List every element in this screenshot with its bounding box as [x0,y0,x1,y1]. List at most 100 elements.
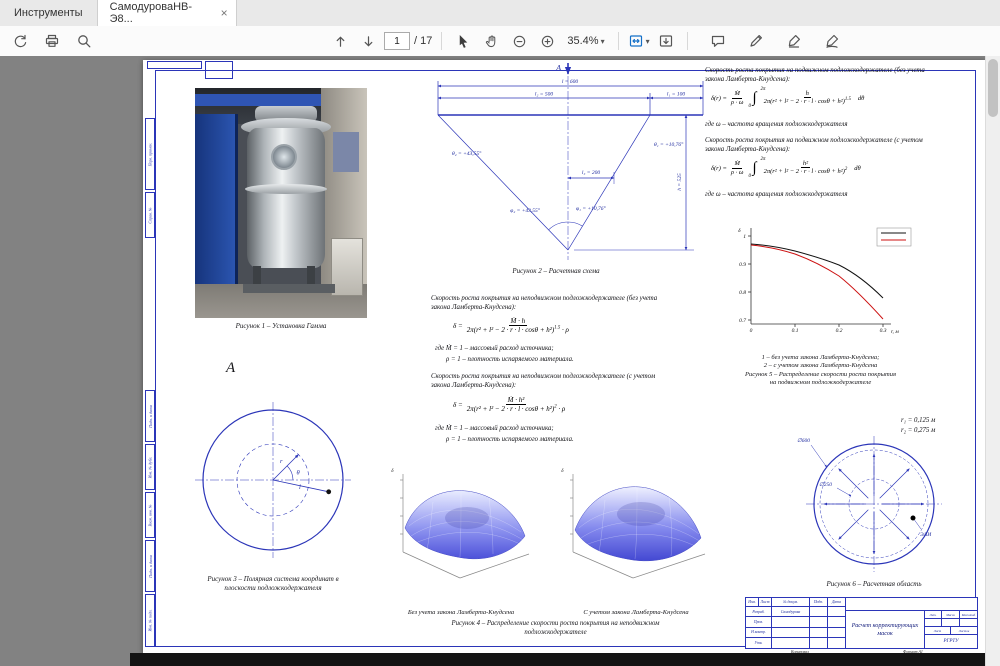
fig5-xtick-3: 0.2 [836,328,843,334]
main-toolbar: / 17 3 [0,26,1000,57]
plus-circle-icon [540,34,555,49]
fig6-caption: Рисунок 6 – Расчетная область [783,580,965,589]
formula-moving-1: δ(r) = Ṁ ρ · ω ∫2π0 h 2π(r² + l² − 2 · r… [711,90,864,106]
fig2-section-label: A [555,63,561,72]
zoom-in-button[interactable] [535,29,559,53]
stamp-designation-cell [846,598,977,611]
margin-label-podp-data-2: Подп. и дата [145,540,155,592]
tab-tools[interactable]: Инструменты [0,0,97,26]
share-icon [12,33,28,49]
select-tool-button[interactable] [451,29,475,53]
reading-mode-button[interactable] [654,29,678,53]
tab-bar: Инструменты СамодуроваНВ-Э8... × [0,0,1000,27]
toolbar-divider [441,32,442,50]
stamp-cell [828,638,846,648]
page-count-label: / 17 [414,35,432,47]
fig5-curve-1 [751,244,883,298]
stamp-cell [810,638,828,648]
moving-head-2: Скорость роста покрытия на подвижном под… [705,136,977,154]
stamp-organization: РГРТУ [925,635,977,648]
photo-machine-left [195,114,238,284]
tab-document[interactable]: СамодуроваНВ-Э8... × [97,0,237,26]
search-button[interactable] [72,29,96,53]
fig1-caption: Рисунок 1 – Установка Гамма [185,322,377,331]
reading-mode-icon [658,33,674,49]
minus-circle-icon [512,34,527,49]
fill-sign-button[interactable] [820,29,844,53]
fig2-caption: Рисунок 2 – Расчетная схема [461,267,651,276]
static-head-1: Скорость роста покрытия на неподвижном п… [431,294,707,312]
photo-cabinet [331,238,363,296]
tab-close-icon[interactable]: × [221,6,228,20]
fig5-ylabel: δ [738,228,741,234]
fig5-xtick-2: 0.1 [792,328,799,334]
zoom-level-dropdown[interactable]: 35.4% ▾ [563,35,608,47]
toolbar-divider [618,32,619,50]
margin-label-sprav: Справ. № [145,192,155,238]
margin-label-inv-podl: Инв. № подл. [145,594,155,647]
margin-label-perv-primen: Перв. примен. [145,118,155,190]
stamp-label: Н.контр. [746,628,772,638]
fig6-dia-outer-label: ∅600 [797,438,810,444]
hand-tool-button[interactable] [479,29,503,53]
fig5-caption: 1 – без учета закона Ламберта-Кнудсена; … [688,354,953,388]
margin-label-vzam-inv: Взам. инв. № [145,492,155,538]
print-icon [44,33,60,49]
previous-page-button[interactable] [328,29,352,53]
vertical-scrollbar[interactable] [985,56,1000,666]
comment-button[interactable] [706,29,730,53]
fig6-source-dot [911,516,916,521]
draw-pen-icon [824,33,840,49]
sign-button[interactable] [782,29,806,53]
stamp-label: Подп. [810,598,828,607]
stamp-cell [810,617,828,627]
search-icon [76,33,92,49]
static-head-2: Скорость роста покрытия на неподвижном п… [431,372,707,390]
zoom-level-value: 35.4% [567,35,598,47]
fig3-theta-label: θ [297,470,301,477]
print-button[interactable] [40,29,64,53]
share-button[interactable] [8,29,32,53]
zoom-out-button[interactable] [507,29,531,53]
fig6-eli-label: ЭЛИ [920,532,932,538]
caret-down-icon: ▾ [601,37,605,46]
stamp-cell [828,607,846,617]
next-page-button[interactable] [356,29,380,53]
fig2-dim-l1: l₁ = 100 [667,92,685,98]
page-fit-dropdown[interactable]: ▾ [628,33,650,49]
stamp-label: Листов [951,627,977,635]
photo-cart [243,284,335,293]
fig5-xtick-1: 0 [750,328,753,334]
acrobat-window: Инструменты СамодуроваНВ-Э8... × [0,0,1000,666]
page-number-input[interactable] [384,32,410,50]
document-viewport: Перв. примен. Справ. № Подп. и дата Инв.… [0,56,1000,666]
stamp-cell [925,619,942,627]
stamp-label: Дата [828,598,846,607]
stamp-label: Разраб. [746,607,772,617]
fig4-surface-left: δ [381,456,539,591]
fig5-ytick-4: 0.7 [739,318,746,324]
edit-button[interactable] [744,29,768,53]
cursor-icon [456,34,471,49]
fig2-angle-phi1: φ₁ = +10,76° [576,205,607,212]
hand-icon [484,34,499,49]
toolbar-divider [687,32,688,50]
arrow-up-icon [333,34,348,49]
caret-down-icon: ▾ [646,37,650,46]
fig5-legend [877,228,911,246]
fig5-xlabel: r, м [891,329,899,335]
stamp-label: Изм. [746,598,759,607]
stamp-cell [772,628,810,638]
fig5-ytick-1: 1 [743,234,746,240]
title-block: Изм. Лист № докум. Подп. Дата Разраб. Са… [745,597,978,649]
arrow-down-icon [361,34,376,49]
fig2-angle-phi2: φ₂ = +43,55° [510,207,541,214]
fig4-left-zlabel: δ [391,468,394,474]
stamp-cell [942,619,960,627]
stamp-cell [772,638,810,648]
moving-note-2: где ω – частота вращения подложкодержате… [705,190,847,199]
fig2-dim-l2: l₂ = 500 [535,92,553,98]
stamp-label: Пров. [746,617,772,627]
fig3-caption: Рисунок 3 – Полярная система координат в… [168,575,378,593]
scrollbar-thumb[interactable] [988,59,998,117]
